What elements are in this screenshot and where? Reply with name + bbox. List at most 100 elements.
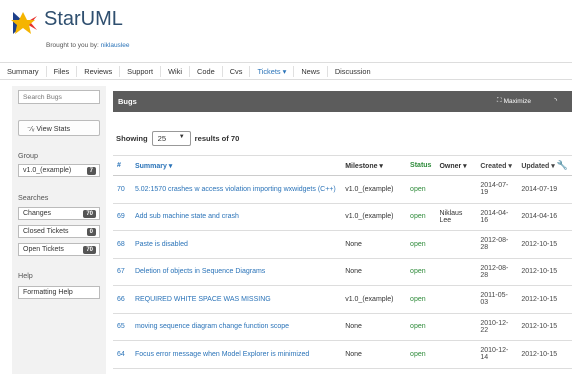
table-row[interactable]: 67 Deletion of objects in Sequence Diagra… xyxy=(113,258,572,286)
ticket-created: 2010-12-14 xyxy=(476,340,518,369)
panel-title: Bugs xyxy=(118,97,137,106)
pager: Showing 25 ▼ results of 70 xyxy=(116,131,239,146)
ticket-number[interactable]: 69 xyxy=(113,203,131,231)
search-item-closed-tickets[interactable]: Closed Tickets 0 xyxy=(18,225,100,238)
col-milestone[interactable]: Milestone ▾ xyxy=(341,155,407,176)
ticket-updated: 2012-10-15 xyxy=(517,258,572,286)
ticket-status: open xyxy=(406,230,436,259)
ticket-owner xyxy=(435,285,477,314)
nav-item-reviews[interactable]: Reviews xyxy=(77,65,121,77)
ticket-milestone: None xyxy=(341,313,407,341)
author-link[interactable]: niklauslee xyxy=(101,42,130,49)
ticket-updated: 2012-10-15 xyxy=(517,230,572,259)
ticket-updated: 2012-10-15 xyxy=(517,340,572,369)
ticket-owner xyxy=(435,175,477,204)
col-created[interactable]: Created ▾ xyxy=(476,155,518,176)
search-bugs-input[interactable] xyxy=(18,90,100,104)
ticket-milestone: v1.0_(example) xyxy=(341,203,407,231)
nav-item-wiki[interactable]: Wiki xyxy=(161,65,191,77)
ticket-summary-link[interactable]: Add sub machine state and crash xyxy=(130,203,342,231)
table-row[interactable]: 66 REQUIRED WHITE SPACE WAS MISSING v1.0_(… xyxy=(113,285,572,314)
group-item-v1[interactable]: v1.0_(example) 7 xyxy=(18,164,100,177)
bugs-panel-header: Bugs ⛶ Maximize ◝ xyxy=(113,91,572,112)
nav-item-summary[interactable]: Summary xyxy=(0,65,47,77)
ticket-status: open xyxy=(406,313,436,341)
table-row[interactable]: 68 Paste is disabled None open 2012-08-28 201… xyxy=(113,230,572,259)
nav-item-news[interactable]: News xyxy=(294,65,328,77)
table-row[interactable]: 70 5.02:1570 crashes w access violation i… xyxy=(113,175,572,204)
ticket-number[interactable]: 64 xyxy=(113,340,131,369)
ticket-created: 2011-05-03 xyxy=(476,285,518,314)
ticket-milestone: v1.0_(example) xyxy=(341,175,407,204)
search-item-label: Open Tickets xyxy=(23,246,64,253)
col-owner[interactable]: Owner ▾ xyxy=(435,155,477,176)
ticket-owner xyxy=(435,313,477,341)
ticket-number[interactable]: 68 xyxy=(113,230,131,259)
search-item-count: 70 xyxy=(83,246,96,254)
nav-item-files[interactable]: Files xyxy=(47,65,78,77)
ticket-created: 2014-07-19 xyxy=(476,175,518,204)
table-row[interactable]: 69 Add sub machine state and crash v1.0_(e… xyxy=(113,203,572,231)
rss-icon[interactable]: ◝ xyxy=(554,96,557,105)
searches-label: Searches xyxy=(18,193,49,202)
ticket-updated: 2012-10-15 xyxy=(517,313,572,341)
page-size-select[interactable]: 25 ▼ xyxy=(151,131,191,146)
nav-item-cvs[interactable]: Cvs xyxy=(223,65,251,77)
search-item-count: 0 xyxy=(86,228,96,236)
ticket-status: open xyxy=(406,258,436,286)
project-title[interactable]: StarUML xyxy=(44,8,123,31)
nav-item-tickets[interactable]: Tickets ▾ xyxy=(250,65,295,77)
ticket-updated: 2014-04-16 xyxy=(517,203,572,231)
ticket-number[interactable]: 66 xyxy=(113,285,131,314)
nav-item-discussion[interactable]: Discussion xyxy=(328,66,378,77)
table-row[interactable]: 65 moving sequence diagram change functio… xyxy=(113,313,572,341)
ticket-summary-link[interactable]: moving sequence diagram change function … xyxy=(130,313,342,341)
ticket-owner xyxy=(435,340,477,369)
ticket-number[interactable]: 70 xyxy=(113,175,131,204)
brought-prefix: Brought to you by: xyxy=(46,42,99,49)
group-item-count: 7 xyxy=(86,167,96,175)
starburst-logo-icon[interactable] xyxy=(9,12,37,34)
col-updated-label: Updated ▾ xyxy=(521,163,555,170)
maximize-button[interactable]: ⛶ Maximize xyxy=(497,97,531,105)
search-item-label: Closed Tickets xyxy=(23,228,69,235)
ticket-owner xyxy=(435,258,477,286)
table-row[interactable]: 64 Focus error message when Model Explore… xyxy=(113,340,572,369)
view-stats-label: View Stats xyxy=(36,124,71,133)
search-item-open-tickets[interactable]: Open Tickets 70 xyxy=(18,243,100,256)
ticket-summary-link[interactable]: REQUIRED WHITE SPACE WAS MISSING xyxy=(130,285,342,314)
ticket-summary-link[interactable]: 5.02:1570 crashes w access violation imp… xyxy=(130,175,342,204)
search-item-label: Changes xyxy=(23,210,52,217)
col-number[interactable]: # xyxy=(113,155,131,176)
search-item-changes[interactable]: Changes 70 xyxy=(18,207,100,220)
search-item-count: 70 xyxy=(83,210,96,218)
ticket-status: open xyxy=(406,285,436,314)
col-summary[interactable]: Summary ▾ xyxy=(130,155,342,176)
ticket-owner xyxy=(435,230,477,259)
tickets-table: # Summary ▾ Milestone ▾ Status Owner ▾ C… xyxy=(113,155,572,369)
ticket-milestone: None xyxy=(341,340,407,369)
help-label: Help xyxy=(18,271,33,280)
ticket-number[interactable]: 67 xyxy=(113,258,131,286)
showing-label: Showing xyxy=(116,134,148,143)
formatting-help-button[interactable]: Formatting Help xyxy=(18,286,100,299)
ticket-created: 2012-08-28 xyxy=(476,258,518,286)
nav-item-code[interactable]: Code xyxy=(190,65,223,77)
ticket-summary-link[interactable]: Deletion of objects in Sequence Diagrams xyxy=(130,258,342,286)
ticket-status: open xyxy=(406,203,436,231)
ticket-summary-link[interactable]: Paste is disabled xyxy=(130,230,342,259)
view-stats-button[interactable]: ⁻⁄ᵥ View Stats xyxy=(18,120,100,136)
group-label: Group xyxy=(18,151,38,160)
ticket-created: 2012-08-28 xyxy=(476,230,518,259)
col-status[interactable]: Status xyxy=(406,155,436,176)
sidebar: ⁻⁄ᵥ View Stats Group v1.0_(example) 7 Se… xyxy=(12,86,106,374)
brought-by: Brought to you by: niklauslee xyxy=(46,42,130,49)
group-item-label: v1.0_(example) xyxy=(23,167,72,174)
wrench-icon[interactable]: 🔧 xyxy=(557,160,568,170)
col-updated[interactable]: Updated ▾ 🔧 xyxy=(517,155,572,176)
formatting-help-label: Formatting Help xyxy=(23,289,73,296)
ticket-number[interactable]: 65 xyxy=(113,313,131,341)
nav-item-support[interactable]: Support xyxy=(120,65,162,77)
ticket-created: 2014-04-16 xyxy=(476,203,518,231)
ticket-summary-link[interactable]: Focus error message when Model Explorer … xyxy=(130,340,342,369)
